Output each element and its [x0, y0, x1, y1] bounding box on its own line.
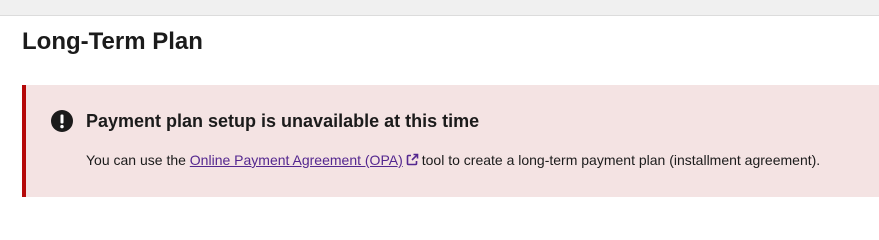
page-title: Long-Term Plan: [22, 28, 203, 55]
alert-body-prefix: You can use the: [86, 152, 190, 168]
alert-body: You can use the Online Payment Agreement…: [86, 148, 820, 172]
top-strip: [0, 0, 879, 16]
error-exclamation-icon: [50, 109, 74, 133]
error-alert: Payment plan setup is unavailable at thi…: [22, 85, 879, 197]
external-link-icon[interactable]: [406, 149, 419, 166]
opa-link[interactable]: Online Payment Agreement (OPA): [190, 152, 403, 168]
alert-body-suffix: tool to create a long-term payment plan …: [421, 152, 821, 168]
alert-heading: Payment plan setup is unavailable at thi…: [86, 111, 480, 131]
